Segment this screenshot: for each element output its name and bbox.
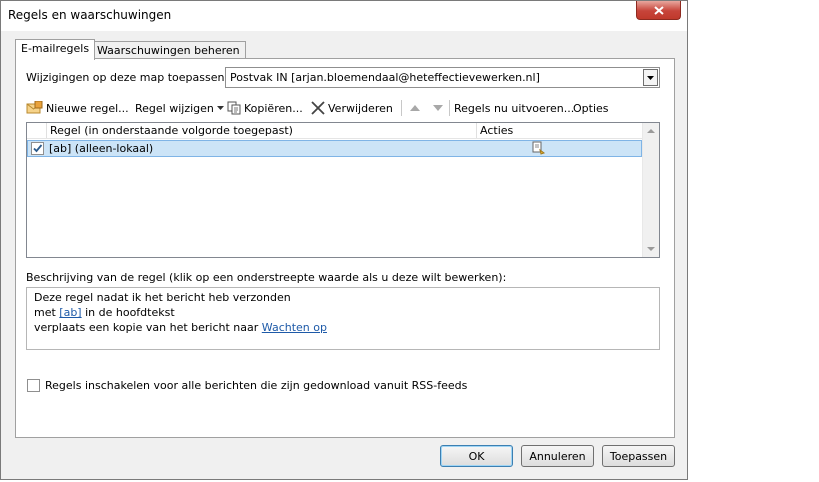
move-down-button[interactable] [433,99,443,117]
rule-action-icon [532,141,546,159]
title-bar: Regels en waarschuwingen [1,1,687,31]
change-rule-button[interactable]: Regel wijzigen [135,99,224,117]
tab-email-rules[interactable]: E-mailregels [15,39,96,60]
move-up-button[interactable] [410,99,420,117]
rule-name: [ab] (alleen-lokaal) [49,142,154,155]
email-rules-panel: Wijzigingen op deze map toepassen: Postv… [15,58,675,438]
options-button[interactable]: Opties [573,99,609,117]
run-rules-label: Regels nu uitvoeren... [454,101,575,115]
folder-value: Postvak IN [arjan.bloemendaal@heteffecti… [230,71,540,84]
delete-x-icon [311,101,325,115]
toolbar-separator [449,100,450,116]
column-header-rule[interactable]: Regel (in onderstaande volgorde toegepas… [50,124,293,137]
description-line: verplaats een kopie van het bericht naar… [34,321,327,334]
folder-dropdown[interactable]: Postvak IN [arjan.bloemendaal@heteffecti… [225,67,660,88]
apply-button[interactable]: Toepassen [602,445,675,467]
toolbar-separator [401,100,402,116]
copy-icon [227,101,241,115]
vertical-scrollbar[interactable] [642,123,659,257]
column-header-actions[interactable]: Acties [480,124,513,137]
move-down-icon [433,105,443,111]
checkmark-icon [33,144,43,153]
rss-rules-checkbox[interactable] [27,379,40,392]
copy-label: Kopiëren... [244,101,303,115]
tab-label: Waarschuwingen beheren [97,44,240,57]
new-rule-icon [26,101,43,115]
description-label: Beschrijving van de regel (klik op een o… [26,271,507,284]
change-rule-label: Regel wijzigen [135,101,214,115]
run-rules-button[interactable]: Regels nu uitvoeren... [454,99,574,117]
description-text: verplaats een kopie van het bericht naar [34,321,262,334]
close-icon [653,5,664,15]
new-rule-button[interactable]: Nieuwe regel... [26,99,129,117]
scroll-up-icon[interactable] [647,129,655,133]
keyword-link[interactable]: [ab] [59,306,81,319]
options-label: Opties [573,101,609,115]
header-separator [476,123,477,138]
tab-label: E-mailregels [21,42,90,55]
dropdown-arrow-icon[interactable] [643,69,658,86]
rss-rules-label: Regels inschakelen voor alle berichten d… [45,379,468,392]
close-button[interactable] [636,1,681,20]
chevron-down-icon [216,106,224,110]
description-line: Deze regel nadat ik het bericht heb verz… [34,291,291,304]
table-row[interactable]: [ab] (alleen-lokaal) [27,140,642,157]
window-title: Regels en waarschuwingen [8,8,172,22]
rules-toolbar: Nieuwe regel... Regel wijzigen Kopiëren.… [26,97,666,119]
rules-list[interactable]: Regel (in onderstaande volgorde toegepas… [26,122,660,258]
ok-button[interactable]: OK [440,445,513,467]
move-up-icon [410,105,420,111]
rule-description-box: Deze regel nadat ik het bericht heb verz… [26,287,660,350]
tab-manage-alerts[interactable]: Waarschuwingen beheren [91,41,246,59]
scroll-down-icon[interactable] [647,247,655,251]
header-separator [46,123,47,138]
list-header: Regel (in onderstaande volgorde toegepas… [27,123,643,139]
delete-label: Verwijderen [328,101,393,115]
rules-dialog: Regels en waarschuwingen E-mailregels Wa… [0,0,688,480]
cancel-button[interactable]: Annuleren [521,445,594,467]
folder-link[interactable]: Wachten op [262,321,327,334]
copy-rule-button[interactable]: Kopiëren... [227,99,303,117]
new-rule-label: Nieuwe regel... [46,101,129,115]
description-line: met [ab] in de hoofdtekst [34,306,175,319]
description-text: in de hoofdtekst [81,306,175,319]
description-text: met [34,306,60,319]
rule-enabled-checkbox[interactable] [31,142,44,155]
folder-label: Wijzigingen op deze map toepassen: [26,71,229,84]
delete-rule-button[interactable]: Verwijderen [311,99,393,117]
